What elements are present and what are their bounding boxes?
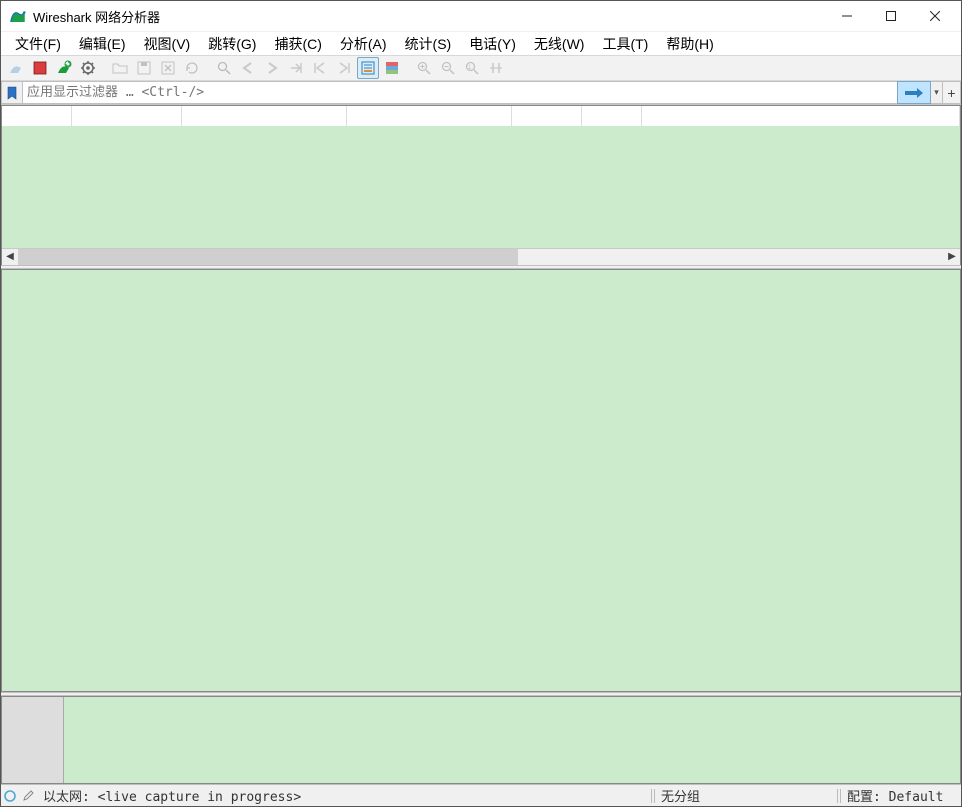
- search-icon: [216, 60, 232, 76]
- save-file-button[interactable]: [133, 57, 155, 79]
- zoom-in-button[interactable]: [413, 57, 435, 79]
- resize-columns-button[interactable]: [485, 57, 507, 79]
- menu-telephony[interactable]: 电话(Y): [461, 32, 524, 56]
- bytes-hex-area[interactable]: [64, 697, 960, 783]
- arrow-right-apply-icon: [904, 87, 924, 99]
- menu-tools[interactable]: 工具(T): [594, 32, 656, 56]
- filter-apply-button[interactable]: [897, 81, 931, 104]
- wireshark-app-icon: [9, 7, 27, 25]
- stop-icon: [32, 60, 48, 76]
- toolbar: 1: [1, 55, 961, 81]
- close-file-icon: [160, 60, 176, 76]
- column-header[interactable]: [642, 106, 960, 126]
- stop-capture-button[interactable]: [29, 57, 51, 79]
- go-last-icon: [336, 60, 352, 76]
- app-window: Wireshark 网络分析器 文件(F) 编辑(E) 视图(V) 跳转(G) …: [0, 0, 962, 807]
- pencil-icon: [22, 790, 34, 802]
- zoom-out-icon: [440, 60, 456, 76]
- restart-icon: [56, 60, 72, 76]
- column-header[interactable]: [512, 106, 582, 126]
- menu-view[interactable]: 视图(V): [136, 32, 199, 56]
- minimize-button[interactable]: [825, 2, 869, 30]
- column-header[interactable]: [347, 106, 512, 126]
- go-last-button[interactable]: [333, 57, 355, 79]
- menu-statistics[interactable]: 统计(S): [397, 32, 460, 56]
- maximize-button[interactable]: [869, 2, 913, 30]
- capture-file-comment-button[interactable]: [19, 790, 37, 802]
- reload-button[interactable]: [181, 57, 203, 79]
- packet-list-hscrollbar[interactable]: ◀ ▶: [2, 248, 960, 264]
- gear-icon: [80, 60, 96, 76]
- go-first-icon: [312, 60, 328, 76]
- status-capture-text: 以太网: <live capture in progress>: [37, 786, 307, 805]
- column-header[interactable]: [2, 106, 72, 126]
- zoom-reset-button[interactable]: 1: [461, 57, 483, 79]
- restart-capture-button[interactable]: [53, 57, 75, 79]
- zoom-reset-icon: 1: [464, 60, 480, 76]
- bookmark-icon: [6, 86, 18, 100]
- go-to-icon: [288, 60, 304, 76]
- column-header[interactable]: [582, 106, 642, 126]
- arrow-right-icon: [264, 60, 280, 76]
- column-header[interactable]: [72, 106, 182, 126]
- open-file-button[interactable]: [109, 57, 131, 79]
- close-file-button[interactable]: [157, 57, 179, 79]
- capture-options-button[interactable]: [77, 57, 99, 79]
- packet-list-pane[interactable]: ◀ ▶: [1, 105, 961, 265]
- status-profile-text[interactable]: 配置: Default: [841, 786, 961, 805]
- menu-capture[interactable]: 捕获(C): [266, 32, 329, 56]
- find-packet-button[interactable]: [213, 57, 235, 79]
- arrow-left-icon: [240, 60, 256, 76]
- display-filter-input[interactable]: [23, 81, 897, 104]
- packet-details-pane[interactable]: [1, 269, 961, 692]
- shark-fin-icon: [8, 60, 24, 76]
- menu-wireless[interactable]: 无线(W): [526, 32, 593, 56]
- window-title: Wireshark 网络分析器: [33, 7, 160, 26]
- auto-scroll-button[interactable]: [357, 57, 379, 79]
- filter-bookmark-button[interactable]: [1, 81, 23, 104]
- menubar: 文件(F) 编辑(E) 视图(V) 跳转(G) 捕获(C) 分析(A) 统计(S…: [1, 31, 961, 55]
- filter-history-dropdown[interactable]: ▾: [931, 81, 943, 104]
- colorize-icon: [384, 60, 400, 76]
- folder-open-icon: [112, 60, 128, 76]
- menu-help[interactable]: 帮助(H): [658, 32, 721, 56]
- status-packets-text: 无分组: [655, 786, 835, 805]
- circle-info-icon: [4, 790, 16, 802]
- packet-list-headers[interactable]: [2, 106, 960, 126]
- zoom-in-icon: [416, 60, 432, 76]
- menu-analyze[interactable]: 分析(A): [332, 32, 395, 56]
- scroll-thumb[interactable]: [18, 249, 518, 265]
- statusbar: 以太网: <live capture in progress> 无分组 配置: …: [1, 784, 961, 806]
- filter-add-expression-button[interactable]: +: [943, 81, 961, 104]
- resize-columns-icon: [488, 60, 504, 76]
- scroll-left-button[interactable]: ◀: [2, 249, 18, 265]
- reload-icon: [184, 60, 200, 76]
- zoom-out-button[interactable]: [437, 57, 459, 79]
- go-previous-button[interactable]: [237, 57, 259, 79]
- menu-file[interactable]: 文件(F): [7, 32, 69, 56]
- save-icon: [136, 60, 152, 76]
- auto-scroll-icon: [360, 60, 376, 76]
- column-header[interactable]: [182, 106, 347, 126]
- start-capture-button[interactable]: [5, 57, 27, 79]
- go-to-packet-button[interactable]: [285, 57, 307, 79]
- scroll-right-button[interactable]: ▶: [944, 249, 960, 265]
- go-first-button[interactable]: [309, 57, 331, 79]
- menu-go[interactable]: 跳转(G): [200, 32, 264, 56]
- close-button[interactable]: [913, 2, 957, 30]
- content-area: ◀ ▶: [1, 105, 961, 784]
- scroll-track[interactable]: [18, 249, 944, 265]
- display-filter-bar: ▾ +: [1, 81, 961, 105]
- colorize-button[interactable]: [381, 57, 403, 79]
- bytes-offset-gutter: [2, 697, 64, 783]
- titlebar: Wireshark 网络分析器: [1, 1, 961, 31]
- go-next-button[interactable]: [261, 57, 283, 79]
- packet-bytes-pane[interactable]: [1, 696, 961, 784]
- packet-list-body[interactable]: [2, 126, 960, 248]
- menu-edit[interactable]: 编辑(E): [71, 32, 134, 56]
- expert-info-button[interactable]: [1, 790, 19, 802]
